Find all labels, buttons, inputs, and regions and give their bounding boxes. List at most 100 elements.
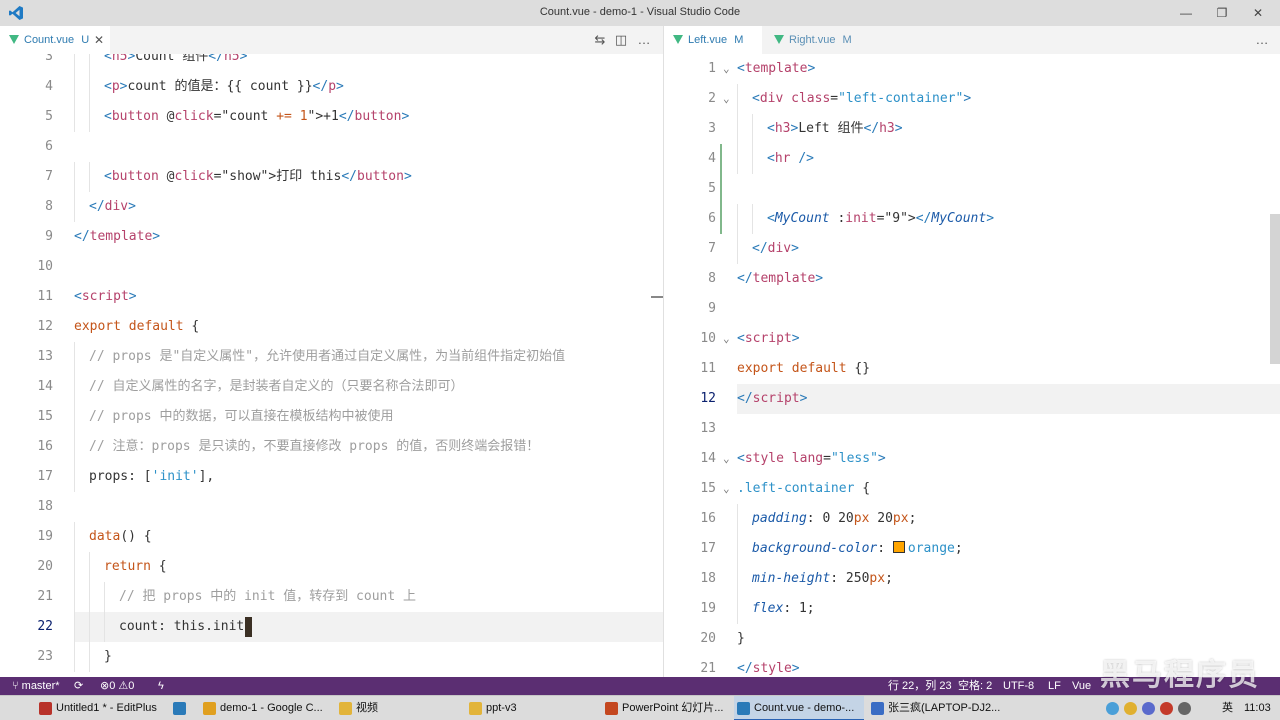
more-actions-icon[interactable]: … [636,32,652,48]
input-method-indicator[interactable]: 英 [1222,696,1233,720]
overview-ruler-mark [651,296,663,298]
taskbar-item[interactable]: ppt-v3 [466,696,600,720]
taskbar-item[interactable]: 视频 [336,696,462,720]
taskbar-item[interactable]: Count.vue - demo-... [734,696,864,720]
code-token: : 250 [830,571,870,586]
fold-chevron-icon[interactable]: ⌄ [723,444,730,474]
sync-icon[interactable]: ⟳ [74,679,83,693]
indent-guide [74,102,75,132]
right-code-editor[interactable]: 1 ⌄ <template> 2 ⌄ <div class="left-container… [664,54,1280,677]
indent-guide [74,72,75,102]
code-token: : 1; [783,601,815,616]
code-token: 'init' [151,469,199,484]
taskbar-item[interactable] [170,696,194,720]
taskbar-item[interactable]: PowerPoint 幻灯片... [602,696,730,720]
indent-guide [74,582,75,612]
line-number: 6 [45,139,53,154]
watermark: 黑马程序员 [1100,659,1260,692]
code-token: @ [158,109,175,124]
tab-right-vue[interactable]: Right.vue M [765,26,871,54]
indent-guide [74,432,75,462]
code-line: <button @click="show">打印 this</button> [104,162,412,192]
git-branch-indicator[interactable]: ⑂ master* [12,679,60,693]
lightning-icon[interactable]: ϟ [158,679,164,693]
fold-chevron-icon[interactable]: ⌄ [723,54,730,84]
line-number: 16 [700,511,716,526]
code-token: { [183,319,200,334]
code-line: background-color: orange; [752,534,963,564]
code-token: > [128,289,137,304]
line-number: 3 [45,54,53,64]
tray-icon[interactable] [1178,702,1191,715]
code-line: <div class="left-container"> [752,84,971,114]
left-code-editor[interactable]: 3 <h5>Count 组件</h5> 4 <p>count 的值是：{{ count… [0,54,663,677]
close-tab-icon[interactable]: ✕ [94,26,104,54]
code-token: "less" [830,451,878,466]
indent-guide [89,72,90,102]
cursor-position[interactable]: 行 22，列 23 [888,679,952,693]
more-actions-icon[interactable]: … [1254,32,1270,48]
line-number: 13 [37,349,53,364]
app-icon [339,702,352,715]
indent-guide [89,162,90,192]
end-of-line[interactable]: LF [1048,679,1061,693]
indent-guide [74,54,75,72]
color-swatch-icon[interactable] [892,541,905,553]
code-token: > [403,169,412,184]
code-token: > [152,229,161,244]
indent-guide [737,144,738,174]
code-token: ; [885,571,893,586]
code-token: div [767,241,792,256]
code-token: > [791,331,800,346]
error-icon: ⊗ [100,680,110,692]
tray-icon[interactable] [1106,702,1119,715]
indent-guide [104,582,105,612]
tray-icon[interactable] [1142,702,1155,715]
code-token: style [744,451,784,466]
code-token: h3 [774,121,791,136]
code-line: </template> [74,222,160,252]
code-token: class [791,91,831,106]
close-window-button[interactable]: ✕ [1246,4,1270,22]
indent-guide [74,342,75,372]
language-mode[interactable]: Vue [1072,679,1091,693]
line-number: 4 [45,79,53,94]
encoding[interactable]: UTF-8 [1003,679,1034,693]
code-token: px [892,511,909,526]
problems-indicator[interactable]: ⊗0 ⚠0 [100,679,134,693]
tray-icon[interactable] [1124,702,1137,715]
compare-changes-icon[interactable]: ⇆ [592,32,608,48]
minimize-button[interactable]: — [1174,4,1198,22]
tray-icon[interactable] [1160,702,1173,715]
code-token: </ [338,109,355,124]
code-token: </ [737,661,753,676]
code-line: } [104,642,112,672]
line-number: 20 [700,631,716,646]
windows-taskbar: Untitled1 * - EditPlus demo-1 - Google C.… [0,695,1280,720]
clock[interactable]: 11:03 [1244,696,1271,720]
app-icon [173,702,186,715]
taskbar-item[interactable]: demo-1 - Google C... [200,696,330,720]
indent-guide [74,402,75,432]
start-button[interactable] [0,696,32,720]
tab-count-vue[interactable]: Count.vue U ✕ [0,26,110,54]
fold-chevron-icon[interactable]: ⌄ [723,324,730,354]
code-token: < [104,79,112,94]
maximize-button[interactable]: ❐ [1210,4,1234,22]
vue-file-icon [673,35,683,44]
vertical-scrollbar[interactable] [1270,214,1280,364]
code-token: < [767,211,775,226]
code-token: // 把 props 中的 init 值，转存到 count 上 [119,589,417,604]
fold-chevron-icon[interactable]: ⌄ [723,84,730,114]
tab-left-vue[interactable]: Left.vue M [664,26,762,54]
tab-label: Count.vue [24,34,75,46]
tab-status: M [842,34,852,46]
split-editor-icon[interactable]: ◫ [613,32,629,48]
code-line: <template> [737,54,815,84]
code-token: 1 [299,109,308,124]
code-token: </ [208,54,224,64]
fold-chevron-icon[interactable]: ⌄ [723,474,730,504]
tab-label: Right.vue [789,34,836,46]
indentation[interactable]: 空格: 2 [958,679,992,693]
taskbar-item[interactable]: 张三疯(LAPTOP-DJ2... [868,696,1000,720]
